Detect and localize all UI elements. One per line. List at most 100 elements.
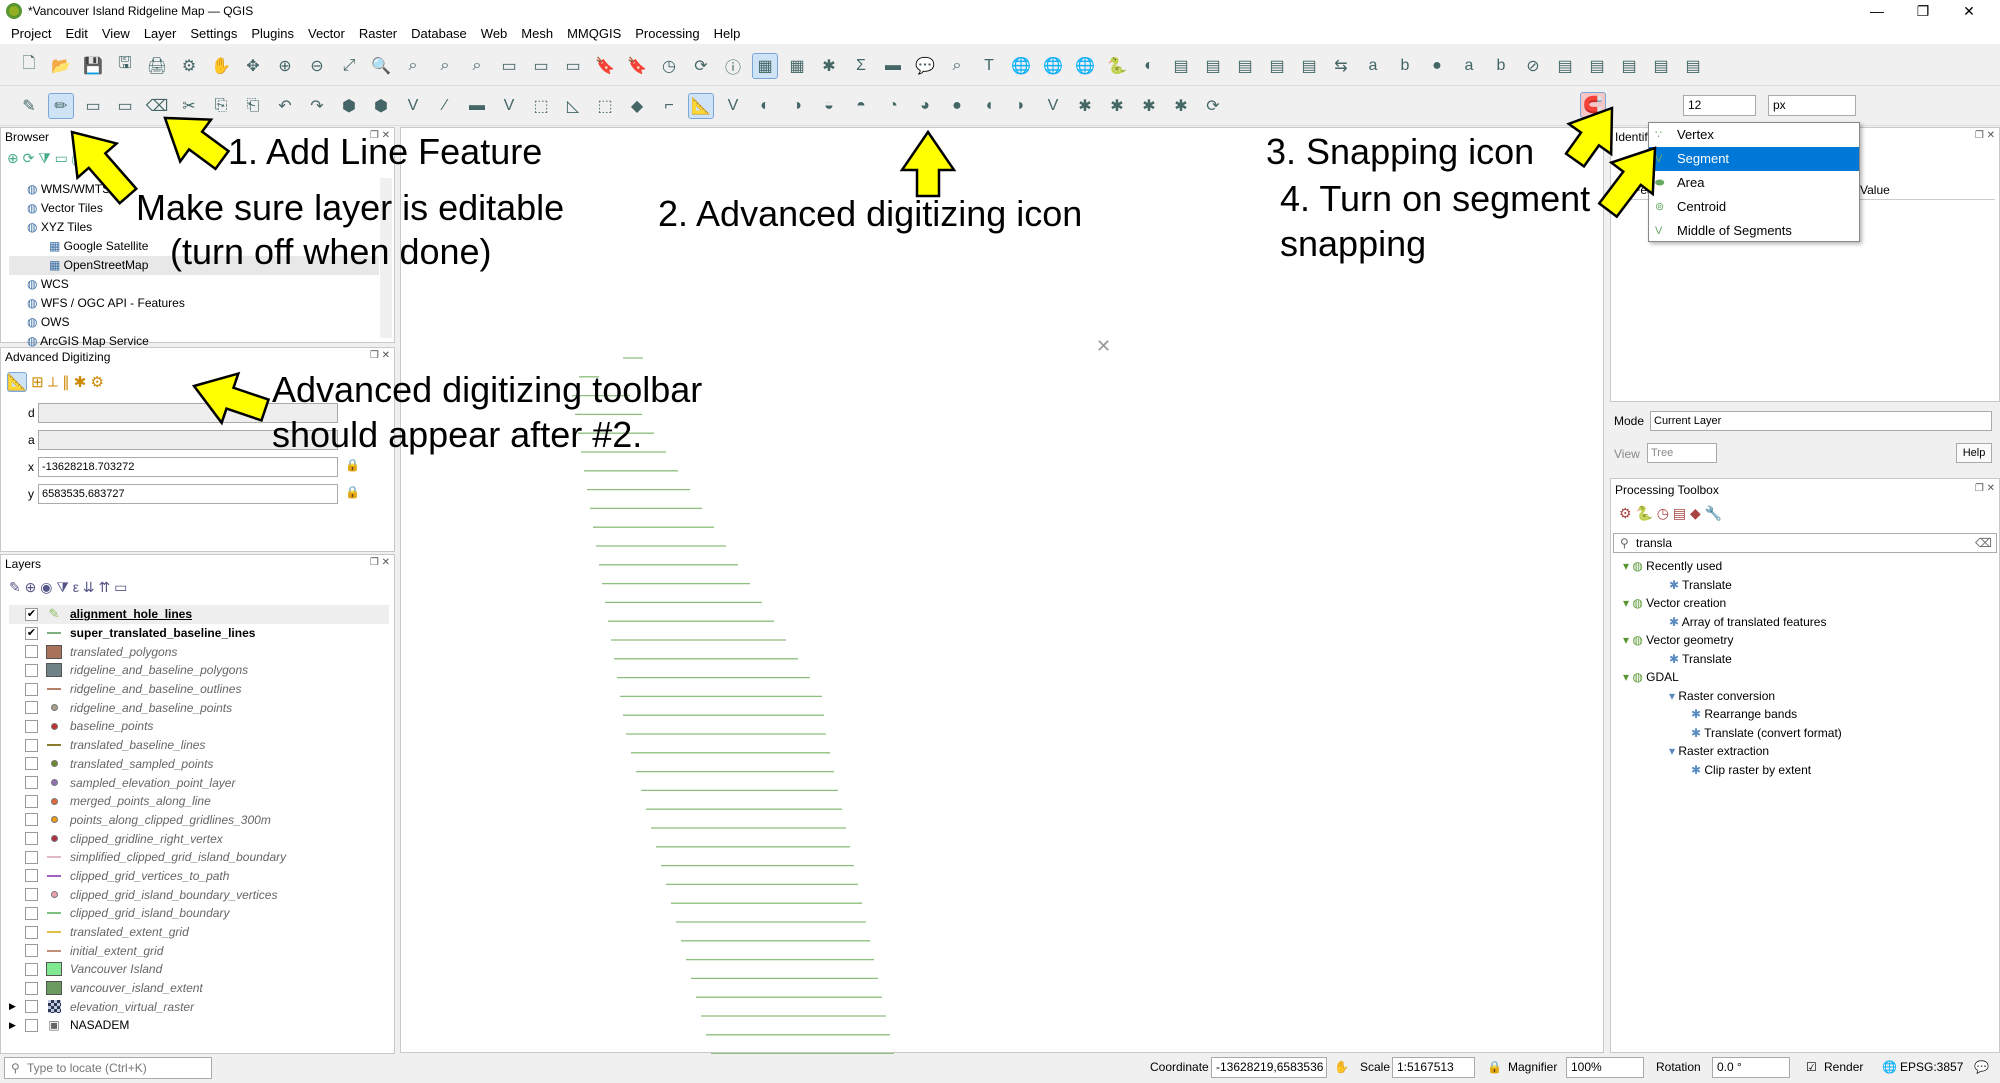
- toolbar-tool-icon[interactable]: ⬢: [336, 93, 362, 119]
- layer-visibility-checkbox[interactable]: [25, 962, 38, 976]
- layer-visibility-checkbox[interactable]: [25, 663, 38, 677]
- expand-arrow-icon[interactable]: ▶: [9, 1001, 25, 1012]
- toolbar-tool-icon[interactable]: ◑: [784, 93, 810, 119]
- layer-item[interactable]: translated_polygons: [9, 642, 389, 661]
- toolbar-tool-icon[interactable]: a: [1360, 53, 1386, 79]
- toolbar-tool-icon[interactable]: 📂: [48, 53, 74, 79]
- snapping-unit-select[interactable]: px: [1768, 95, 1856, 116]
- messages-icon[interactable]: 💬: [1974, 1056, 1989, 1078]
- menu-edit[interactable]: Edit: [58, 26, 94, 41]
- panel-close-icon[interactable]: ❐ ✕: [370, 557, 390, 568]
- toolbar-tool-icon[interactable]: ◐: [1136, 53, 1162, 79]
- toolbar-tool-icon[interactable]: ▬: [880, 53, 906, 79]
- toolbar-tool-icon[interactable]: ↶: [272, 93, 298, 119]
- layer-visibility-checkbox[interactable]: [25, 869, 38, 883]
- toolbar-tool-icon[interactable]: ⊖: [304, 53, 330, 79]
- toolbar-tool-icon[interactable]: a: [1456, 53, 1482, 79]
- toolbar-tool-icon[interactable]: ▭: [496, 53, 522, 79]
- browser-item[interactable]: ◍ WFS / OGC API - Features: [9, 294, 379, 313]
- mode-select[interactable]: Current Layer: [1650, 411, 1992, 431]
- toolbar-tool-icon[interactable]: ✋: [208, 53, 234, 79]
- toolbar-tool-icon[interactable]: ✏: [48, 92, 74, 119]
- menu-web[interactable]: Web: [474, 26, 515, 41]
- toolbar-tool-icon[interactable]: 🌐: [1072, 53, 1098, 79]
- layer-item[interactable]: Vancouver Island: [9, 960, 389, 979]
- toolbar-tool-icon[interactable]: ✎: [16, 93, 42, 119]
- toolbar-tool-icon[interactable]: 🌐: [1008, 53, 1034, 79]
- layer-item[interactable]: clipped_grid_vertices_to_path: [9, 867, 389, 886]
- panel-close-icon[interactable]: ❐ ✕: [1975, 483, 1995, 494]
- toolbar-tool-icon[interactable]: ◓: [848, 93, 874, 119]
- toolbar-tool-icon[interactable]: ◒: [816, 93, 842, 119]
- toolbar-tool-icon[interactable]: ⎘: [208, 93, 234, 119]
- toolbar-tool-icon[interactable]: V: [1040, 93, 1066, 119]
- toolbar-tool-icon[interactable]: ▭: [560, 53, 586, 79]
- snap-option-middle-of-segments[interactable]: V Middle of Segments: [1649, 219, 1859, 243]
- toolbar-tool-icon[interactable]: ◺: [560, 93, 586, 119]
- scale-select[interactable]: 1:5167513: [1392, 1057, 1475, 1078]
- layer-visibility-checkbox[interactable]: [25, 1018, 38, 1032]
- browser-item[interactable]: ◍ WCS: [9, 275, 379, 294]
- layer-item[interactable]: ✔ ✎ alignment_hole_lines: [9, 605, 389, 624]
- toolbar-tool-icon[interactable]: V: [400, 93, 426, 119]
- x-field[interactable]: -13628218.703272: [38, 457, 338, 477]
- lock-icon[interactable]: 🔒: [345, 458, 360, 472]
- layer-item[interactable]: clipped_grid_island_boundary: [9, 904, 389, 923]
- toolbar-tool-icon[interactable]: ◐: [752, 93, 778, 119]
- processing-tree-item[interactable]: ▾ ◍ GDAL: [1619, 668, 1989, 687]
- toolbar-tool-icon[interactable]: ▤: [1584, 53, 1610, 79]
- layer-item[interactable]: clipped_grid_island_boundary_vertices: [9, 885, 389, 904]
- maximize-button[interactable]: ❐: [1900, 0, 1946, 22]
- toolbar-tool-icon[interactable]: ▭: [528, 53, 554, 79]
- toolbar-tool-icon[interactable]: ⌕: [944, 53, 970, 79]
- toolbar-tool-icon[interactable]: ⬚: [528, 93, 554, 119]
- toolbar-tool-icon[interactable]: ✱: [1136, 93, 1162, 119]
- processing-tree-item[interactable]: ▾ ◍ Recently used: [1619, 557, 1989, 576]
- clear-icon[interactable]: ⌫: [1975, 534, 1992, 552]
- layer-item[interactable]: merged_points_along_line: [9, 792, 389, 811]
- toolbar-tool-icon[interactable]: ⌕: [400, 53, 426, 79]
- layer-item[interactable]: translated_extent_grid: [9, 923, 389, 942]
- layer-item[interactable]: ridgeline_and_baseline_polygons: [9, 661, 389, 680]
- layer-item[interactable]: translated_baseline_lines: [9, 736, 389, 755]
- menu-help[interactable]: Help: [707, 26, 748, 41]
- view-select[interactable]: Tree: [1647, 443, 1717, 463]
- layer-visibility-checkbox[interactable]: ✔: [25, 626, 38, 640]
- toolbar-tool-icon[interactable]: ▭: [112, 93, 138, 119]
- layer-visibility-checkbox[interactable]: [25, 682, 38, 696]
- toolbar-tool-icon[interactable]: b: [1488, 53, 1514, 79]
- layer-item[interactable]: simplified_clipped_grid_island_boundary: [9, 848, 389, 867]
- layer-item[interactable]: clipped_gridline_right_vertex: [9, 829, 389, 848]
- menu-view[interactable]: View: [95, 26, 137, 41]
- toolbar-tool-icon[interactable]: ▬: [464, 93, 490, 119]
- toolbar-tool-icon[interactable]: ⬚: [592, 93, 618, 119]
- toolbar-tool-icon[interactable]: ⟳: [1200, 93, 1226, 119]
- layer-visibility-checkbox[interactable]: [25, 981, 38, 995]
- toolbar-tool-icon[interactable]: 🖨: [144, 53, 170, 79]
- crs-globe-icon[interactable]: 🌐: [1882, 1056, 1897, 1078]
- toolbar-tool-icon[interactable]: ✂: [176, 93, 202, 119]
- layer-visibility-checkbox[interactable]: [25, 794, 38, 808]
- toolbar-tool-icon[interactable]: ◆: [624, 93, 650, 119]
- toolbar-tool-icon[interactable]: ▤: [1264, 53, 1290, 79]
- layer-visibility-checkbox[interactable]: [25, 906, 38, 920]
- layer-visibility-checkbox[interactable]: [25, 776, 38, 790]
- toolbar-tool-icon[interactable]: ⟳: [688, 53, 714, 79]
- toolbar-tool-icon[interactable]: ◔: [880, 93, 906, 119]
- toolbar-tool-icon[interactable]: ✱: [1168, 93, 1194, 119]
- menu-layer[interactable]: Layer: [137, 26, 184, 41]
- magnifier-field[interactable]: 100%: [1566, 1057, 1644, 1078]
- snap-option-segment[interactable]: V Segment: [1649, 147, 1859, 171]
- toolbar-tool-icon[interactable]: ⇆: [1328, 53, 1354, 79]
- minimize-button[interactable]: —: [1854, 0, 1900, 22]
- menu-vector[interactable]: Vector: [301, 26, 352, 41]
- processing-tree-item[interactable]: ✱ Translate: [1619, 650, 1989, 669]
- toolbar-tool-icon[interactable]: ●: [1424, 53, 1450, 79]
- extents-toggle-icon[interactable]: ✋: [1334, 1056, 1349, 1078]
- layer-visibility-checkbox[interactable]: [25, 888, 38, 902]
- toolbar-tool-icon[interactable]: 🐍: [1104, 53, 1130, 79]
- menu-raster[interactable]: Raster: [352, 26, 404, 41]
- layer-item[interactable]: baseline_points: [9, 717, 389, 736]
- processing-tree-item[interactable]: ▾ ◍ Vector creation: [1619, 594, 1989, 613]
- toolbar-tool-icon[interactable]: ✱: [816, 53, 842, 79]
